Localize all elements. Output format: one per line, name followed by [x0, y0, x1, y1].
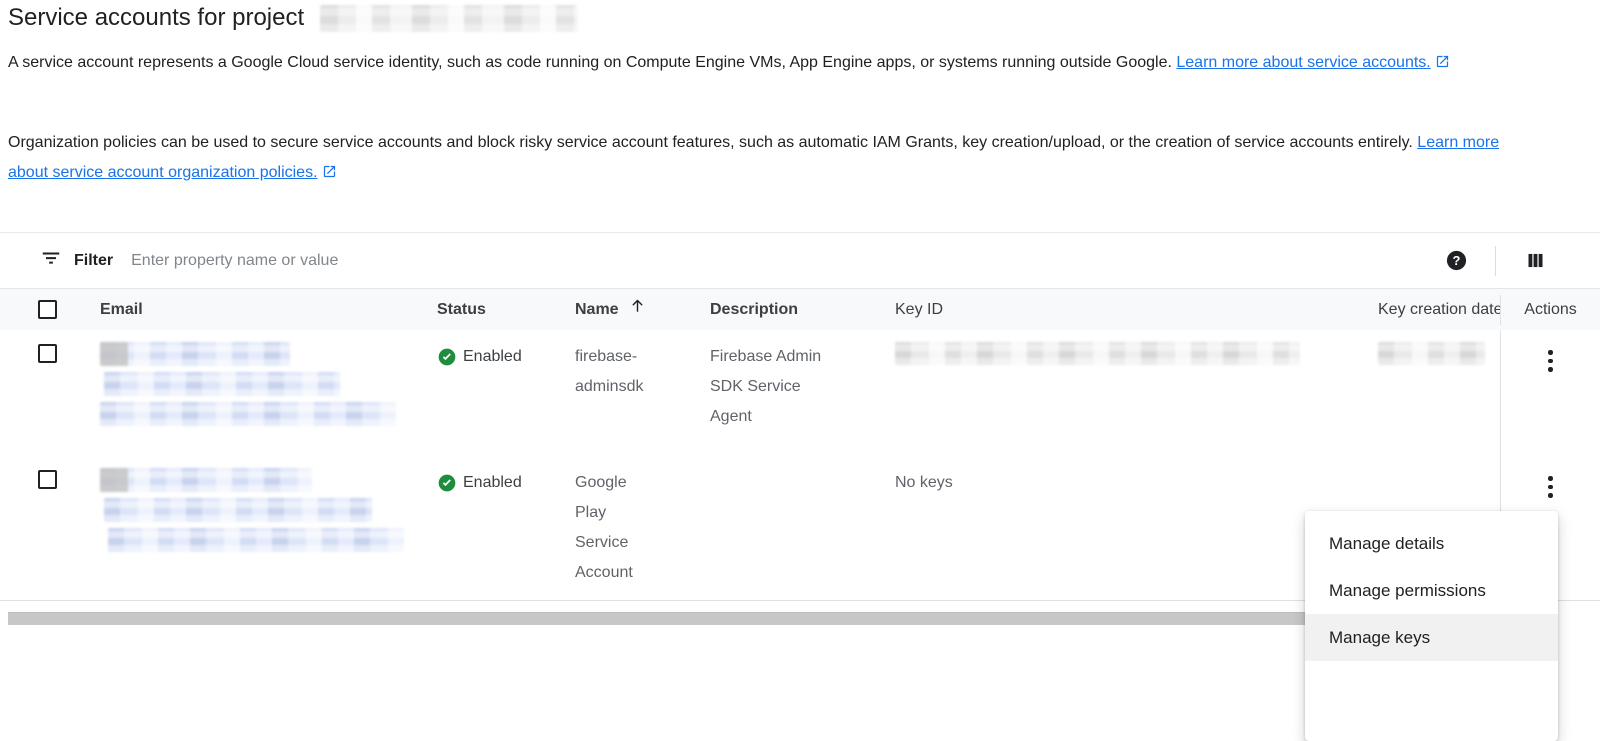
- table-header-row: Email Status Name Description Key ID Key…: [0, 289, 1600, 330]
- actions-context-menu: Manage details Manage permissions Manage…: [1305, 511, 1558, 741]
- menu-item-manage-permissions[interactable]: Manage permissions: [1305, 567, 1558, 614]
- intro-paragraph: A service account represents a Google Cl…: [8, 48, 1540, 80]
- column-display-icon[interactable]: [1518, 244, 1552, 278]
- menu-item-manage-keys[interactable]: Manage keys: [1305, 614, 1558, 661]
- row-cell-select: [0, 330, 80, 456]
- row-cell-email: [80, 456, 425, 600]
- enabled-check-icon: [437, 347, 457, 367]
- header-cell-status[interactable]: Status: [425, 295, 555, 325]
- row-cell-key-id: [880, 330, 1340, 456]
- header-cell-description[interactable]: Description: [700, 295, 880, 325]
- row-cell-key-creation-date: [1340, 330, 1500, 456]
- filter-group: Filter: [0, 247, 1031, 274]
- table-row: Enabled firebase-adminsdk Firebase Admin…: [0, 330, 1600, 456]
- redacted-email-line: [104, 372, 340, 396]
- service-accounts-page: Service accounts for project A service a…: [0, 0, 1600, 672]
- header-cell-key-creation-date[interactable]: Key creation date: [1340, 295, 1500, 325]
- toolbar-divider: [1495, 246, 1496, 276]
- redacted-project-name: [320, 5, 578, 32]
- row-cell-select: [0, 456, 80, 600]
- status-text: Enabled: [463, 468, 522, 498]
- redacted-email-line: [108, 528, 404, 552]
- header-cell-email[interactable]: Email: [80, 295, 425, 325]
- header-cell-actions: Actions: [1500, 295, 1600, 325]
- menu-item-manage-details[interactable]: Manage details: [1305, 520, 1558, 567]
- enabled-check-icon: [437, 473, 457, 493]
- header-cell-name[interactable]: Name: [555, 295, 700, 325]
- header-cell-select: [0, 289, 80, 330]
- row-cell-description: Firebase Admin SDK Service Agent: [700, 330, 880, 456]
- filter-list-icon: [40, 247, 62, 274]
- redacted-key-creation-date: [1378, 342, 1485, 365]
- row-actions-kebab-icon[interactable]: [1539, 342, 1563, 456]
- learn-more-service-accounts-link[interactable]: Learn more about service accounts.: [1176, 54, 1449, 71]
- row-checkbox[interactable]: [38, 344, 57, 363]
- row-cell-actions: [1500, 330, 1600, 456]
- row-cell-key-id: No keys: [880, 456, 1340, 600]
- redacted-key-id: [895, 342, 1300, 365]
- org-policies-paragraph: Organization policies can be used to sec…: [8, 128, 1540, 190]
- open-in-new-icon: [1435, 50, 1450, 80]
- select-all-checkbox[interactable]: [38, 300, 57, 319]
- open-in-new-icon: [322, 160, 337, 190]
- org-policies-text: Organization policies can be used to sec…: [8, 134, 1413, 151]
- status-text: Enabled: [463, 342, 522, 372]
- help-circle-icon[interactable]: ?: [1439, 244, 1473, 278]
- row-cell-description: [700, 456, 880, 600]
- row-cell-email: [80, 330, 425, 456]
- page-title: Service accounts for project: [8, 4, 578, 32]
- redacted-email-line: [100, 468, 312, 492]
- horizontal-scrollbar[interactable]: [8, 612, 1306, 625]
- toolbar-right: ?: [1439, 244, 1600, 278]
- row-cell-status: Enabled: [425, 456, 555, 600]
- sort-ascending-icon[interactable]: [629, 295, 646, 325]
- no-keys-text: No keys: [895, 474, 953, 491]
- svg-text:?: ?: [1452, 253, 1460, 268]
- redacted-email-line: [100, 342, 290, 366]
- redacted-email-line: [100, 402, 396, 426]
- header-cell-key-id[interactable]: Key ID: [880, 295, 1340, 325]
- row-cell-status: Enabled: [425, 330, 555, 456]
- filter-toolbar: Filter ?: [0, 232, 1600, 289]
- filter-label: Filter: [74, 252, 113, 270]
- redacted-email-line: [104, 498, 372, 522]
- row-cell-name: Google Play Service Account: [555, 456, 700, 600]
- row-cell-name: firebase-adminsdk: [555, 330, 700, 456]
- intro-text: A service account represents a Google Cl…: [8, 54, 1172, 71]
- page-title-text: Service accounts for project: [8, 4, 304, 32]
- row-checkbox[interactable]: [38, 470, 57, 489]
- filter-input[interactable]: [131, 252, 1031, 270]
